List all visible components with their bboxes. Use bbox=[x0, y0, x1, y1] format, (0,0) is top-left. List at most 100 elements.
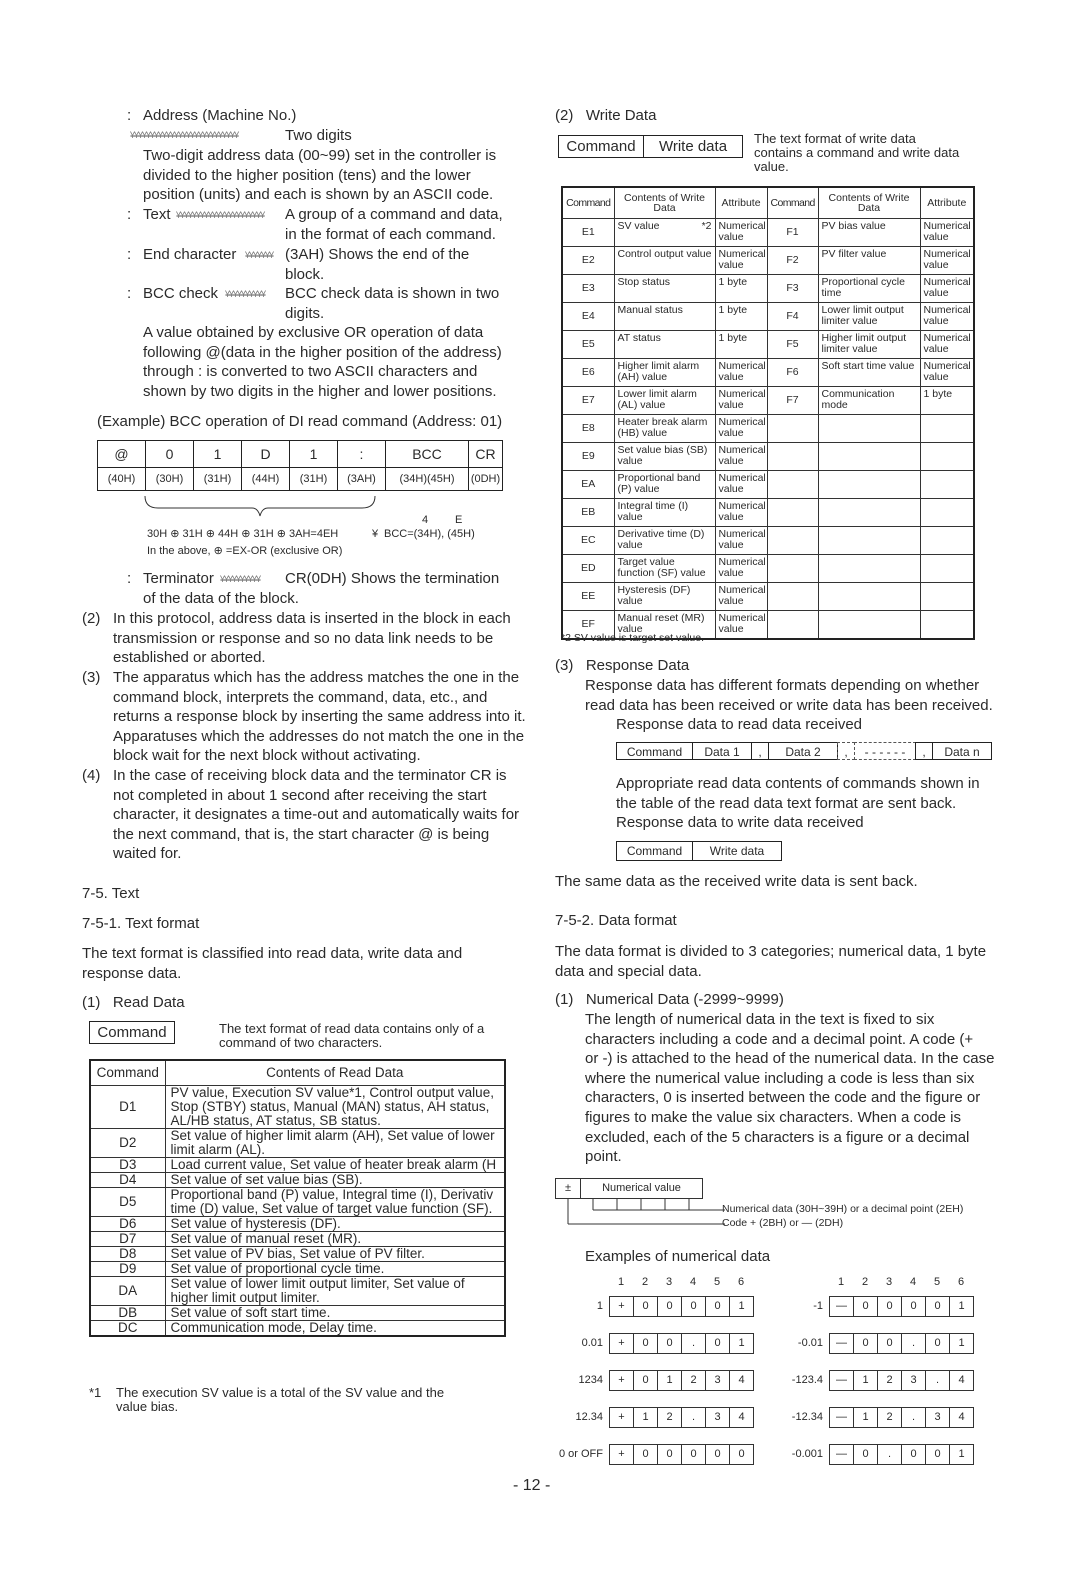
digit-cell: 0 bbox=[706, 1333, 730, 1354]
header-attribute: Attribute bbox=[714, 186, 768, 219]
position-label: 2 bbox=[861, 1276, 869, 1288]
read-response-desc: Appropriate read data contents of comman… bbox=[616, 774, 980, 813]
text-line: In this protocol, address data is insert… bbox=[113, 610, 511, 627]
attribute-cell: Numerical value bbox=[919, 302, 975, 331]
digit-cell: 0 bbox=[658, 1296, 682, 1317]
cell: (31H) bbox=[193, 467, 242, 491]
table-row: D7 Set value of manual reset (MR). bbox=[89, 1231, 506, 1247]
example-label: 0.01 bbox=[581, 1337, 603, 1349]
text-line: command of two characters. bbox=[219, 1035, 383, 1050]
position-label: 3 bbox=[885, 1276, 893, 1288]
digit-cell: 3 bbox=[902, 1370, 926, 1391]
text-item-desc: A group of a command and data, in the fo… bbox=[285, 205, 503, 244]
format-cell: - - - - - - bbox=[854, 742, 916, 760]
example-cells: +0 0 0 0 1 bbox=[609, 1296, 754, 1317]
attribute-cell: Numerical value bbox=[714, 218, 768, 247]
bcc-result: BCC=(34H), (45H) bbox=[384, 528, 475, 540]
example-label: -12.34 bbox=[791, 1411, 823, 1423]
command-cell: F7 bbox=[766, 386, 819, 415]
digit-cell: 0 bbox=[658, 1333, 682, 1354]
attribute-cell: Numerical value bbox=[714, 610, 768, 640]
contents-cell: Set value of set value bias (SB). bbox=[164, 1172, 506, 1188]
bcc-digit: 4 bbox=[422, 514, 429, 526]
table-row: D2 Set value of higher limit alarm (AH), … bbox=[89, 1128, 506, 1158]
command-cell: ED bbox=[561, 554, 615, 583]
contents-cell: Set value of higher limit alarm (AH), Se… bbox=[164, 1128, 506, 1158]
command-cell: EB bbox=[561, 498, 615, 527]
text-line: in the format of each command. bbox=[285, 225, 496, 243]
hex-row: (40H) (30H) (31H) (44H) (31H) (3AH) (34H… bbox=[97, 467, 503, 491]
digit-cell: 0 bbox=[634, 1333, 658, 1354]
contents-text: Hysteresis (DF) value bbox=[617, 584, 691, 607]
text-line: characters including a code and a decima… bbox=[585, 1030, 974, 1048]
example-label: -123.4 bbox=[791, 1374, 823, 1386]
cell: Command bbox=[559, 136, 644, 157]
digit-cell: 1 bbox=[950, 1333, 974, 1354]
table-row: E8 Heater break alarm (HB) value Numerical… bbox=[561, 414, 975, 443]
item-3-num: (3) bbox=[82, 669, 101, 686]
leader-dots: ¥¥¥¥¥¥¥¥¥¥ bbox=[220, 574, 261, 584]
attribute-cell bbox=[919, 414, 975, 443]
contents-cell: Lower limit alarm (AL) value bbox=[613, 386, 716, 415]
text-line: A value obtained by exclusive OR operati… bbox=[143, 324, 484, 341]
table-row: E7 Lower limit alarm (AL) value Numerical … bbox=[561, 386, 975, 415]
attribute-cell: Numerical value bbox=[919, 274, 975, 303]
command-cell: E9 bbox=[561, 442, 615, 471]
cell: CR bbox=[468, 440, 503, 468]
table-row: E2 Control output value Numerical value F2 P… bbox=[561, 246, 975, 275]
table-row: E3 Stop status 1 byte F3 Proportional cycle … bbox=[561, 274, 975, 303]
digit-cell: 0 bbox=[634, 1444, 658, 1465]
text-line: Stop (STBY) status, Manual (MAN) status,… bbox=[170, 1099, 490, 1114]
table-row: E9 Set value bias (SB) value Numerical val… bbox=[561, 442, 975, 471]
text-line: through : is converted to two ASCII char… bbox=[143, 363, 478, 381]
read-footnote-mark: *1 bbox=[89, 1385, 102, 1400]
text-line: Set value of hysteresis (DF). bbox=[170, 1216, 341, 1231]
contents-cell: SV value *2 bbox=[613, 218, 716, 247]
digit-cell: 0 bbox=[926, 1444, 950, 1465]
table-row: E6 Higher limit alarm (AH) value Numerical… bbox=[561, 358, 975, 387]
command-cell: D4 bbox=[89, 1172, 166, 1188]
table-row: DB Set value of soft start time. bbox=[89, 1305, 506, 1321]
text-line: the table of the read data text format a… bbox=[616, 794, 957, 812]
digit-cell: 0 bbox=[730, 1444, 754, 1465]
text-line: block. bbox=[285, 265, 325, 283]
item-4-num: (4) bbox=[82, 767, 101, 784]
contents-cell: PV filter value bbox=[817, 246, 921, 275]
cell: BCC bbox=[385, 440, 469, 468]
command-cell: DC bbox=[89, 1320, 166, 1337]
cell: (40H) bbox=[97, 467, 146, 491]
text-format-desc: The text format is classified into read … bbox=[82, 944, 462, 983]
command-cell bbox=[766, 610, 819, 640]
text-line: PV value, Execution SV value*1, Control … bbox=[170, 1085, 494, 1100]
format-cell: , bbox=[915, 742, 933, 760]
colon-marker: : bbox=[127, 107, 132, 124]
attribute-cell bbox=[919, 442, 975, 471]
data-format-desc: The data format is divided to 3 categori… bbox=[555, 942, 986, 981]
xor-expression: 30H ⊕ 31H ⊕ 44H ⊕ 31H ⊕ 3AH=4EH bbox=[147, 528, 339, 540]
contents-cell: Target value function (SF) value bbox=[613, 554, 716, 583]
brace-icon bbox=[144, 495, 376, 517]
text-line: waited for. bbox=[113, 845, 182, 863]
digit-cell: — bbox=[829, 1444, 854, 1465]
example-label: 1 bbox=[596, 1300, 603, 1312]
table-row: D1 PV value, Execution SV value*1, Contro… bbox=[89, 1085, 506, 1129]
cell: (34H)(45H) bbox=[385, 467, 469, 491]
text-line: higher limit output limiter. bbox=[170, 1290, 320, 1305]
command-cell: D8 bbox=[89, 1246, 166, 1262]
example-label: -0.01 bbox=[797, 1337, 823, 1349]
attribute-cell: Numerical value bbox=[919, 218, 975, 247]
command-cell: F6 bbox=[766, 358, 819, 387]
text-line: The length of numerical data in the text… bbox=[585, 1011, 935, 1028]
colon-marker: : bbox=[127, 285, 132, 302]
command-cell: EC bbox=[561, 526, 615, 555]
table-row: EC Derivative time (D) value Numerical val… bbox=[561, 526, 975, 555]
section-heading-7-5-1: 7-5-1. Text format bbox=[82, 915, 200, 932]
text-line: BCC check data is shown in two bbox=[285, 285, 500, 302]
table-row: D4 Set value of set value bias (SB). bbox=[89, 1172, 506, 1188]
numerical-diagram-lines bbox=[567, 1198, 725, 1225]
contents-cell: PV value, Execution SV value*1, Control … bbox=[164, 1085, 506, 1129]
text-line: limit alarm (AL). bbox=[170, 1142, 266, 1157]
colon-marker: : bbox=[127, 570, 132, 587]
header-contents: Contents of Read Data bbox=[164, 1059, 506, 1086]
contents-cell: Set value of hysteresis (DF). bbox=[164, 1216, 506, 1232]
